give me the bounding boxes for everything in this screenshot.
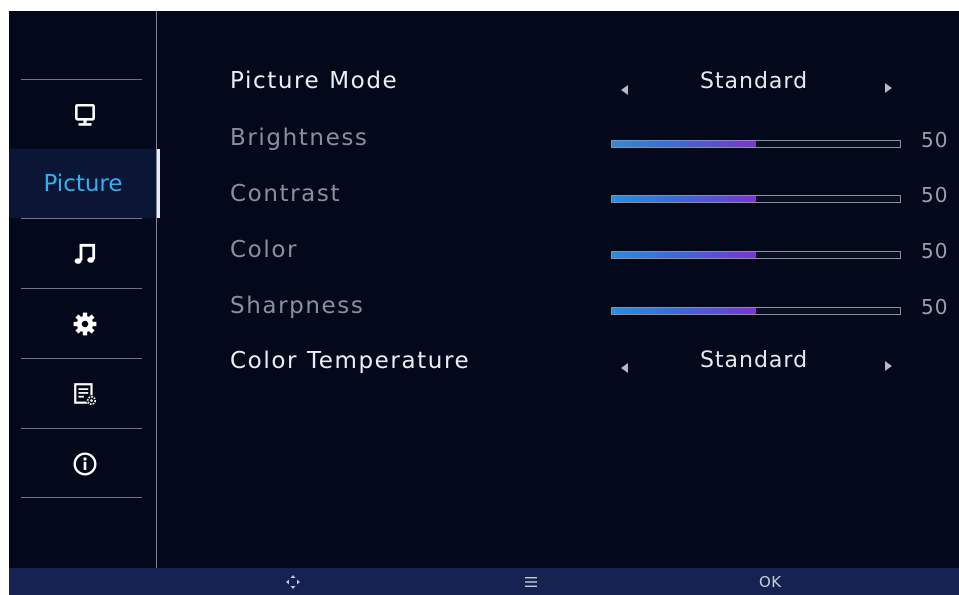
contrast-value: 50 (921, 183, 949, 207)
bottom-hint-bar: OK (9, 568, 959, 595)
picture-mode-next-arrow[interactable] (885, 83, 892, 93)
ok-label: OK (759, 572, 782, 591)
color-temperature-value: Standard (699, 348, 809, 373)
color-slider[interactable] (611, 251, 901, 259)
music-note-icon (74, 243, 95, 264)
sidebar-separator (156, 11, 157, 568)
sharpness-slider[interactable] (611, 307, 901, 315)
sharpness-slider-fill (612, 308, 756, 314)
sidebar-item-display[interactable] (9, 80, 160, 149)
sharpness-value: 50 (921, 295, 949, 319)
contrast-slider-fill (612, 196, 756, 202)
color-slider-fill (612, 252, 756, 258)
picture-mode-label[interactable]: Picture Mode (230, 68, 398, 94)
contrast-label[interactable]: Contrast (230, 181, 341, 207)
brightness-label[interactable]: Brightness (230, 125, 369, 151)
sidebar-item-info[interactable] (9, 429, 160, 498)
brightness-slider-fill (612, 141, 756, 147)
color-temperature-next-arrow[interactable] (885, 361, 892, 371)
sidebar-divider-line (21, 497, 142, 498)
color-temperature-label[interactable]: Color Temperature (230, 348, 470, 374)
brightness-value: 50 (921, 128, 949, 152)
picture-mode-prev-arrow[interactable] (621, 85, 628, 95)
info-icon (73, 452, 96, 475)
menu-hint[interactable] (524, 568, 538, 595)
color-temperature-prev-arrow[interactable] (621, 363, 628, 373)
sidebar-item-settings[interactable] (9, 289, 160, 358)
settings-list-icon (73, 382, 97, 406)
sidebar-item-system[interactable] (9, 359, 160, 428)
menu-icon (525, 576, 537, 587)
ok-hint[interactable]: OK (759, 568, 782, 595)
color-value: 50 (921, 239, 949, 263)
sidebar: Picture (9, 11, 160, 568)
brightness-slider[interactable] (611, 140, 901, 148)
navigate-hint[interactable] (285, 568, 301, 595)
tv-osd-window: Picture Picture Mode Standard Brightness… (9, 11, 959, 595)
color-label[interactable]: Color (230, 237, 298, 263)
sidebar-item-label: Picture (43, 170, 123, 197)
picture-mode-value: Standard (699, 69, 809, 94)
sidebar-item-picture[interactable]: Picture (9, 149, 160, 218)
contrast-slider[interactable] (611, 195, 901, 203)
monitor-icon (74, 103, 95, 126)
sharpness-label[interactable]: Sharpness (230, 293, 364, 319)
sidebar-item-sound[interactable] (9, 219, 160, 288)
dpad-icon (286, 574, 300, 589)
gear-icon (73, 312, 96, 335)
